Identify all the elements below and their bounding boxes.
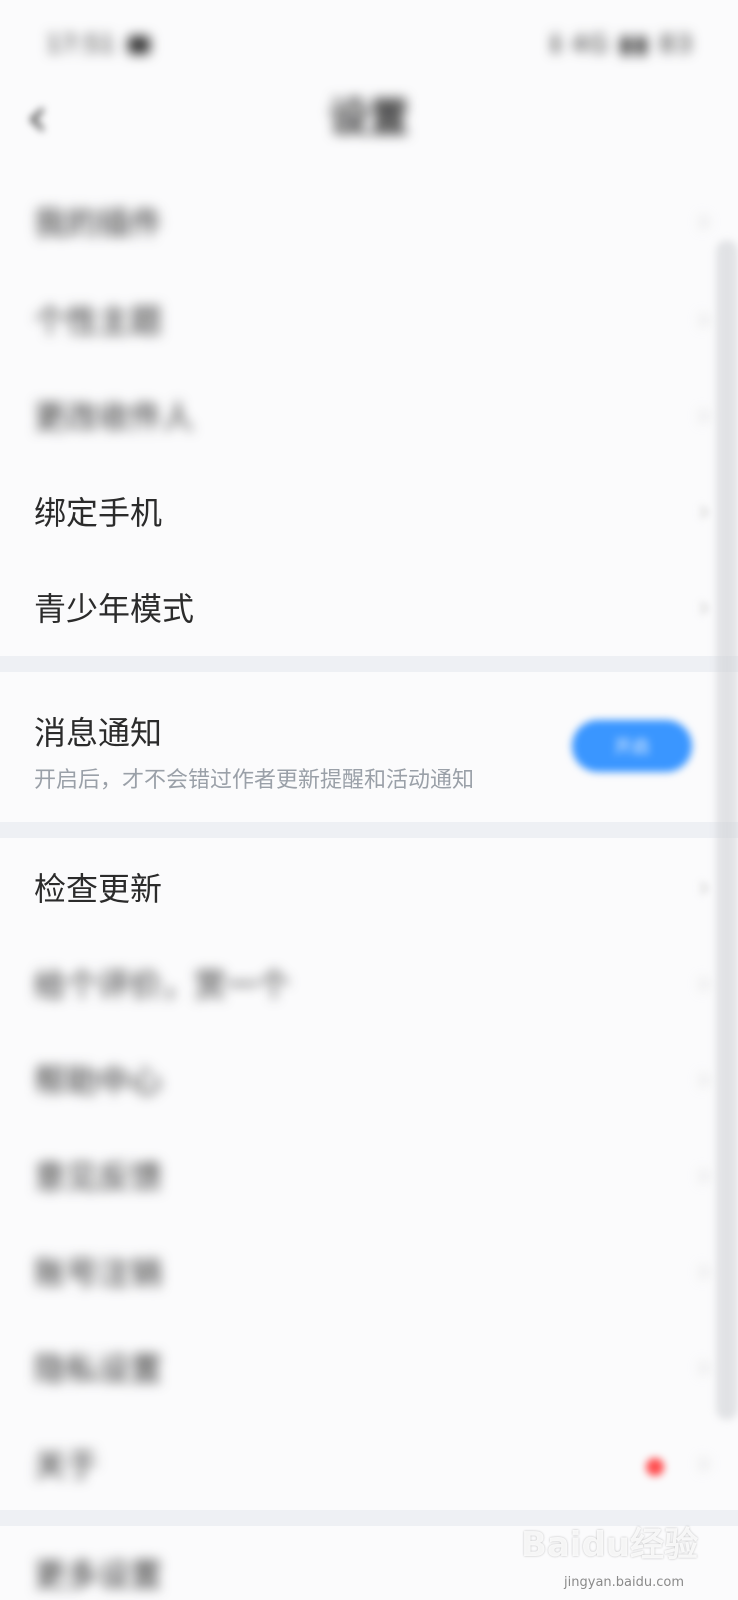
- section-divider: [0, 822, 738, 838]
- chevron-right-icon: ›: [698, 203, 710, 239]
- menu-item-label: 更改收件人: [34, 398, 195, 436]
- chevron-right-icon: ›: [698, 301, 710, 337]
- status-bar: 17:51 ℹ 4G ▮▮ 83: [0, 0, 738, 90]
- section-divider: [0, 656, 738, 672]
- menu-item-label: 青少年模式: [34, 590, 195, 628]
- chevron-right-icon: ›: [698, 1061, 710, 1097]
- menu-item-label: 隐私设置: [34, 1350, 163, 1388]
- menu-item-label: 我的插件: [34, 204, 163, 242]
- menu-item-bind-phone[interactable]: 绑定手机 ›: [0, 462, 738, 560]
- menu-item-label: 给个评价，赏一个: [34, 966, 291, 1004]
- chevron-right-icon: ›: [698, 1445, 710, 1481]
- scrollbar[interactable]: [716, 240, 738, 1420]
- chevron-right-icon: ›: [698, 1157, 710, 1193]
- chevron-right-icon: ›: [698, 1349, 710, 1385]
- notification-title: 消息通知: [34, 714, 163, 752]
- menu-item-account[interactable]: 账号注销 ›: [0, 1222, 738, 1320]
- page-title: 设置: [329, 95, 409, 141]
- chevron-right-icon: ›: [698, 397, 710, 433]
- menu-item-check-update[interactable]: 检查更新 ›: [0, 838, 738, 936]
- notification-icon: [128, 36, 150, 54]
- menu-item-label: 关于: [34, 1446, 99, 1484]
- chevron-right-icon: ›: [698, 1253, 710, 1289]
- chevron-right-icon: ›: [698, 869, 710, 905]
- menu-item-help[interactable]: 帮助中心 ›: [0, 1030, 738, 1128]
- bottom-menu-item[interactable]: 更多设置: [34, 1550, 162, 1596]
- chevron-right-icon: ›: [698, 589, 710, 625]
- notification-description: 开启后，才不会错过作者更新提醒和活动通知: [34, 768, 475, 793]
- menu-item-plugins[interactable]: 我的插件 ›: [0, 172, 738, 270]
- toggle-label: 开启: [614, 737, 650, 758]
- chevron-right-icon: ›: [698, 965, 710, 1001]
- status-indicators: ℹ 4G ▮▮ 83: [551, 30, 694, 58]
- menu-item-label: 检查更新: [34, 870, 163, 908]
- menu-item-rate[interactable]: 给个评价，赏一个 ›: [0, 934, 738, 1032]
- chevron-right-icon: ›: [698, 493, 710, 529]
- watermark-logo: Baidu经验: [520, 1525, 698, 1565]
- new-badge-dot: [646, 1458, 664, 1476]
- menu-item-feedback[interactable]: 意见反馈 ›: [0, 1126, 738, 1224]
- menu-item-label: 账号注销: [34, 1254, 163, 1292]
- watermark-url: jingyan.baidu.com: [564, 1575, 684, 1590]
- menu-item-privacy[interactable]: 隐私设置 ›: [0, 1318, 738, 1416]
- menu-item-recipient[interactable]: 更改收件人 ›: [0, 366, 738, 464]
- notification-toggle[interactable]: 开启: [572, 720, 692, 772]
- menu-item-theme[interactable]: 个性主题 ›: [0, 270, 738, 368]
- menu-item-about[interactable]: 关于 ›: [0, 1414, 738, 1512]
- menu-item-teen-mode[interactable]: 青少年模式 ›: [0, 558, 738, 656]
- menu-item-label: 意见反馈: [34, 1158, 163, 1196]
- menu-item-label: 帮助中心: [34, 1062, 163, 1100]
- menu-item-label: 个性主题: [34, 302, 163, 340]
- menu-item-label: 绑定手机: [34, 494, 163, 532]
- status-time: 17:51: [46, 30, 116, 58]
